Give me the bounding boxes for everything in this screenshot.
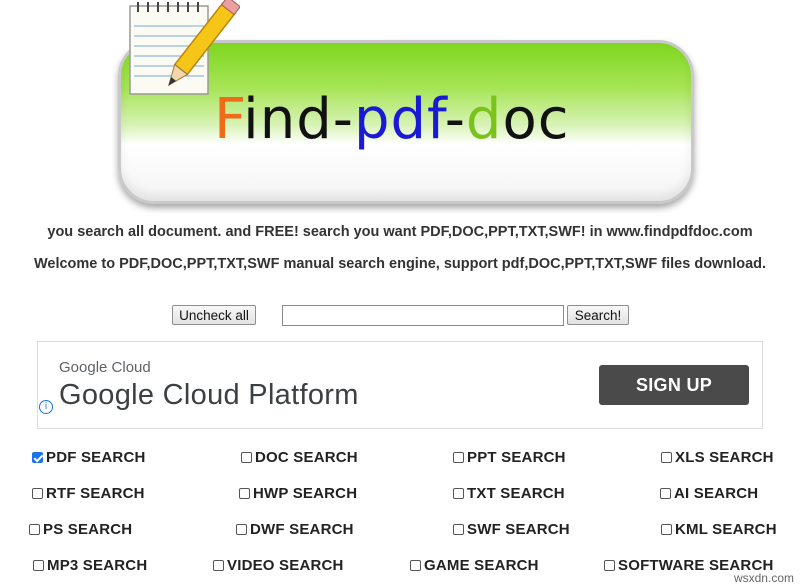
option-doc-search[interactable]: DOC SEARCH (241, 448, 358, 466)
option-label: GAME SEARCH (424, 556, 539, 574)
checkbox[interactable] (213, 559, 224, 571)
checkbox[interactable] (236, 523, 247, 535)
logo-wordmark: Find-pdf-doc (214, 92, 570, 148)
info-icon[interactable]: i (39, 400, 53, 414)
option-kml-search[interactable]: KML SEARCH (661, 520, 777, 538)
checkbox[interactable] (239, 487, 250, 499)
checkbox[interactable] (660, 487, 671, 499)
logo-segment: ind- (243, 87, 354, 152)
tagline-line-1: you search all document. and FREE! searc… (47, 224, 753, 240)
sign-up-button[interactable]: SIGN UP (599, 365, 749, 405)
option-label: KML SEARCH (675, 520, 777, 538)
option-label: XLS SEARCH (675, 448, 774, 466)
logo-segment: d (465, 87, 503, 152)
option-mp3-search[interactable]: MP3 SEARCH (33, 556, 147, 574)
checkbox[interactable] (604, 559, 615, 571)
option-ppt-search[interactable]: PPT SEARCH (453, 448, 566, 466)
logo-segment: pdf (353, 87, 445, 152)
option-label: RTF SEARCH (46, 484, 145, 502)
option-dwf-search[interactable]: DWF SEARCH (236, 520, 354, 538)
option-rtf-search[interactable]: RTF SEARCH (32, 484, 145, 502)
checkbox[interactable] (453, 523, 464, 535)
checkbox[interactable] (661, 523, 672, 535)
option-ai-search[interactable]: AI SEARCH (660, 484, 758, 502)
search-button[interactable]: Search! (567, 305, 629, 325)
option-pdf-search[interactable]: PDF SEARCH (32, 448, 146, 466)
option-swf-search[interactable]: SWF SEARCH (453, 520, 570, 538)
checkbox[interactable] (453, 451, 464, 463)
checkbox[interactable] (29, 523, 40, 535)
option-label: VIDEO SEARCH (227, 556, 344, 574)
checkbox[interactable] (33, 559, 44, 571)
option-game-search[interactable]: GAME SEARCH (410, 556, 539, 574)
option-label: PS SEARCH (43, 520, 133, 538)
watermark: wsxdn.com (733, 571, 794, 585)
search-input[interactable] (282, 305, 564, 326)
logo-segment: - (444, 87, 466, 152)
option-xls-search[interactable]: XLS SEARCH (661, 448, 774, 466)
option-video-search[interactable]: VIDEO SEARCH (213, 556, 344, 574)
option-ps-search[interactable]: PS SEARCH (29, 520, 132, 538)
checkbox[interactable] (32, 451, 43, 463)
checkbox[interactable] (32, 487, 43, 499)
checkbox[interactable] (410, 559, 421, 571)
option-label: MP3 SEARCH (47, 556, 148, 574)
option-label: DOC SEARCH (255, 448, 358, 466)
logo-segment: F (214, 87, 244, 152)
site-logo[interactable]: Find-pdf-doc (108, 0, 694, 205)
checkbox[interactable] (661, 451, 672, 463)
option-label: DWF SEARCH (250, 520, 354, 538)
option-label: SWF SEARCH (467, 520, 570, 538)
option-label: PDF SEARCH (46, 448, 146, 466)
checkbox[interactable] (453, 487, 464, 499)
notepad-pencil-icon (129, 0, 240, 95)
option-txt-search[interactable]: TXT SEARCH (453, 484, 565, 502)
option-hwp-search[interactable]: HWP SEARCH (239, 484, 357, 502)
logo-segment: oc (502, 87, 570, 152)
checkbox[interactable] (241, 451, 252, 463)
option-label: PPT SEARCH (467, 448, 566, 466)
ad-banner[interactable]: Google Cloud Google Cloud Platform i SIG… (37, 341, 763, 429)
uncheck-all-button[interactable]: Uncheck all (172, 305, 256, 325)
ad-brand: Google Cloud (59, 359, 151, 376)
ad-title[interactable]: Google Cloud Platform (59, 379, 359, 412)
tagline-line-2: Welcome to PDF,DOC,PPT,TXT,SWF manual se… (33, 256, 767, 272)
option-label: HWP SEARCH (253, 484, 358, 502)
option-label: TXT SEARCH (467, 484, 565, 502)
option-label: AI SEARCH (674, 484, 759, 502)
